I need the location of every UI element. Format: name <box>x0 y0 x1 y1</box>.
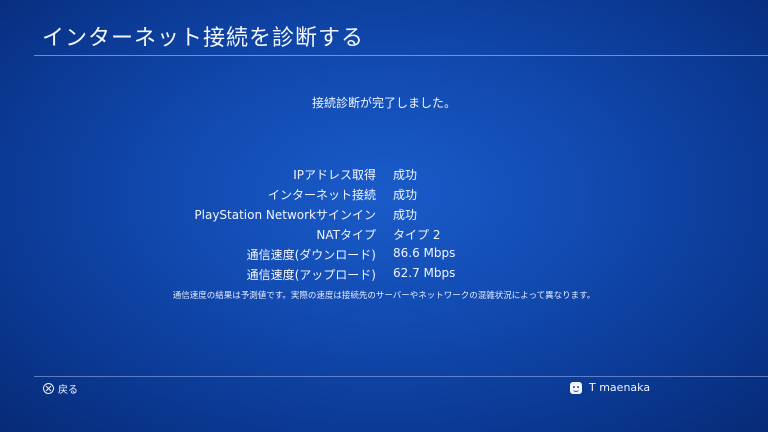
result-row-download-speed: 通信速度(ダウンロード) 86.6 Mbps <box>0 243 768 263</box>
header-divider <box>34 55 768 56</box>
avatar-icon <box>570 381 582 394</box>
result-value: 62.7 Mbps <box>393 266 456 280</box>
back-button[interactable]: 戻る <box>43 381 78 396</box>
result-label: 通信速度(アップロード) <box>246 268 376 282</box>
result-value: 86.6 Mbps <box>393 246 456 260</box>
back-label: 戻る <box>58 385 78 396</box>
status-message: 接続診断が完了しました。 <box>311 96 456 110</box>
result-row-upload-speed: 通信速度(アップロード) 62.7 Mbps <box>0 263 768 283</box>
results-list: IPアドレス取得 成功 インターネット接続 成功 PlayStation Net… <box>0 163 768 283</box>
result-label: 通信速度(ダウンロード) <box>246 248 376 262</box>
user-name: T maenaka <box>589 381 651 394</box>
result-value: 成功 <box>393 188 418 202</box>
result-value: 成功 <box>393 208 418 222</box>
result-label: NATタイプ <box>316 228 376 242</box>
user-profile: T maenaka <box>570 381 650 394</box>
result-value: 成功 <box>393 168 418 182</box>
result-row-nat-type: NATタイプ タイプ 2 <box>0 223 768 243</box>
result-value: タイプ 2 <box>393 228 441 242</box>
result-row-psn-signin: PlayStation Networkサインイン 成功 <box>0 203 768 223</box>
speed-disclaimer-note: 通信速度の結果は予測値です。実際の速度は接続先のサーバーやネットワークの混雑状況… <box>172 291 596 301</box>
cross-button-icon <box>43 383 54 394</box>
result-row-ip-address: IPアドレス取得 成功 <box>0 163 768 183</box>
result-label: PlayStation Networkサインイン <box>194 208 376 222</box>
result-row-internet-connection: インターネット接続 成功 <box>0 183 768 203</box>
page-title: インターネット接続を診断する <box>42 26 365 51</box>
result-label: インターネット接続 <box>267 188 376 202</box>
result-label: IPアドレス取得 <box>293 168 376 182</box>
footer-divider <box>34 376 768 377</box>
